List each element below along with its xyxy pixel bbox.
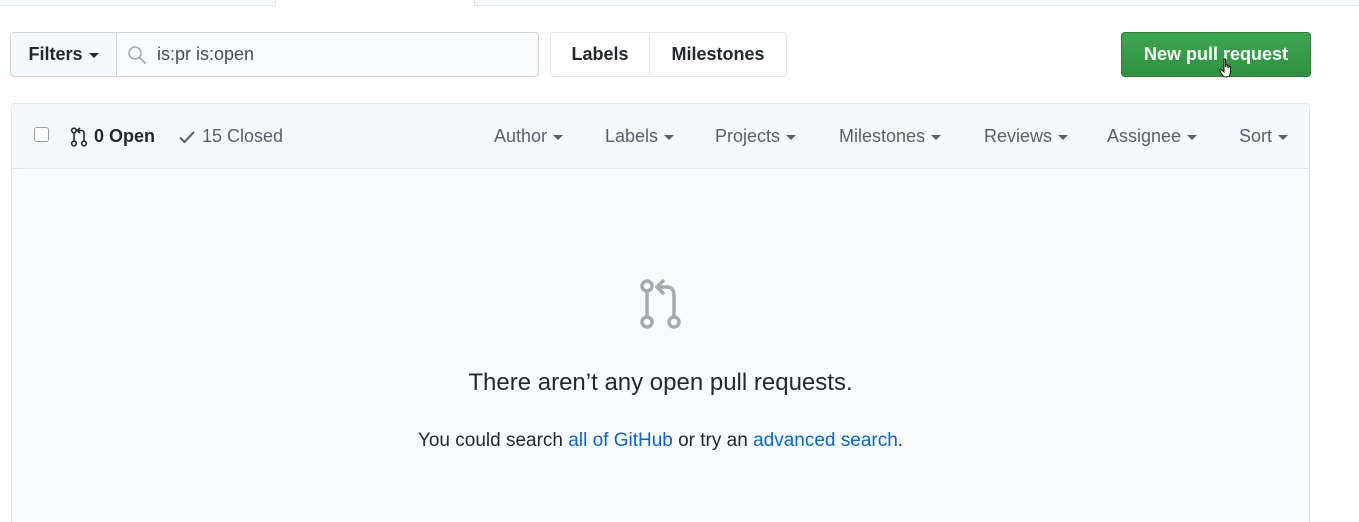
filters-label: Filters bbox=[28, 44, 83, 64]
filters-button[interactable]: Filters bbox=[10, 32, 117, 77]
labels-filter-menu[interactable]: Labels bbox=[605, 104, 675, 169]
repo-tab-strip bbox=[0, 0, 1359, 6]
blankslate-desc-suffix: . bbox=[897, 430, 904, 451]
pull-request-list-box: 0 Open 15 Closed Author Labels Projects bbox=[11, 103, 1310, 522]
chevron-down-icon bbox=[664, 135, 675, 140]
tab-strip-right bbox=[474, 0, 1359, 6]
filters-search-group: Filters is:pr is:open bbox=[10, 32, 539, 77]
search-icon bbox=[128, 45, 146, 64]
blankslate-title: There aren’t any open pull requests. bbox=[468, 369, 853, 396]
git-pull-request-icon bbox=[70, 126, 88, 147]
milestones-button[interactable]: Milestones bbox=[649, 32, 787, 77]
reviews-filter-menu[interactable]: Reviews bbox=[984, 104, 1069, 169]
reviews-filter-label: Reviews bbox=[984, 126, 1053, 146]
milestones-filter-menu[interactable]: Milestones bbox=[839, 104, 942, 169]
author-filter-label: Author bbox=[494, 126, 548, 146]
open-filter-link[interactable]: 0 Open bbox=[70, 104, 155, 169]
chevron-down-icon bbox=[553, 135, 564, 140]
milestones-filter-label: Milestones bbox=[839, 126, 926, 146]
tab-strip-left bbox=[0, 0, 276, 6]
labels-milestones-group: Labels Milestones bbox=[550, 32, 787, 77]
all-of-github-link[interactable]: all of GitHub bbox=[568, 430, 673, 451]
hand-pointer-icon bbox=[1219, 58, 1231, 78]
chevron-down-icon bbox=[88, 53, 99, 58]
list-header: 0 Open 15 Closed Author Labels Projects bbox=[12, 104, 1309, 169]
sort-label: Sort bbox=[1239, 126, 1273, 146]
chevron-down-icon bbox=[931, 135, 942, 140]
sort-menu[interactable]: Sort bbox=[1239, 104, 1289, 169]
blankslate-description: You could search all of GitHub or try an… bbox=[12, 430, 1309, 452]
git-pull-request-icon bbox=[640, 278, 681, 329]
advanced-search-link[interactable]: advanced search bbox=[753, 430, 898, 451]
blankslate-desc-prefix: You could search bbox=[417, 430, 569, 451]
open-count: 0 Open bbox=[94, 126, 156, 146]
chevron-down-icon bbox=[1187, 135, 1198, 140]
chevron-down-icon bbox=[1278, 135, 1289, 140]
closed-count: 15 Closed bbox=[202, 126, 284, 146]
select-all-checkbox[interactable] bbox=[34, 127, 49, 142]
search-query: is:pr is:open bbox=[157, 44, 255, 64]
closed-filter-link[interactable]: 15 Closed bbox=[178, 104, 283, 169]
labels-button[interactable]: Labels bbox=[550, 32, 650, 77]
search-input[interactable]: is:pr is:open bbox=[116, 32, 539, 77]
new-pull-request-button[interactable]: New pull request bbox=[1121, 32, 1311, 77]
blankslate-desc-middle: or try an bbox=[672, 430, 754, 451]
projects-filter-label: Projects bbox=[715, 126, 781, 146]
check-icon bbox=[179, 130, 195, 143]
labels-filter-label: Labels bbox=[605, 126, 659, 146]
chevron-down-icon bbox=[1058, 135, 1069, 140]
assignee-filter-label: Assignee bbox=[1107, 126, 1182, 146]
pull-requests-page: Filters is:pr is:open Labels Milestones … bbox=[0, 0, 1359, 522]
chevron-down-icon bbox=[786, 135, 797, 140]
assignee-filter-menu[interactable]: Assignee bbox=[1107, 104, 1198, 169]
projects-filter-menu[interactable]: Projects bbox=[715, 104, 797, 169]
author-filter-menu[interactable]: Author bbox=[494, 104, 564, 169]
